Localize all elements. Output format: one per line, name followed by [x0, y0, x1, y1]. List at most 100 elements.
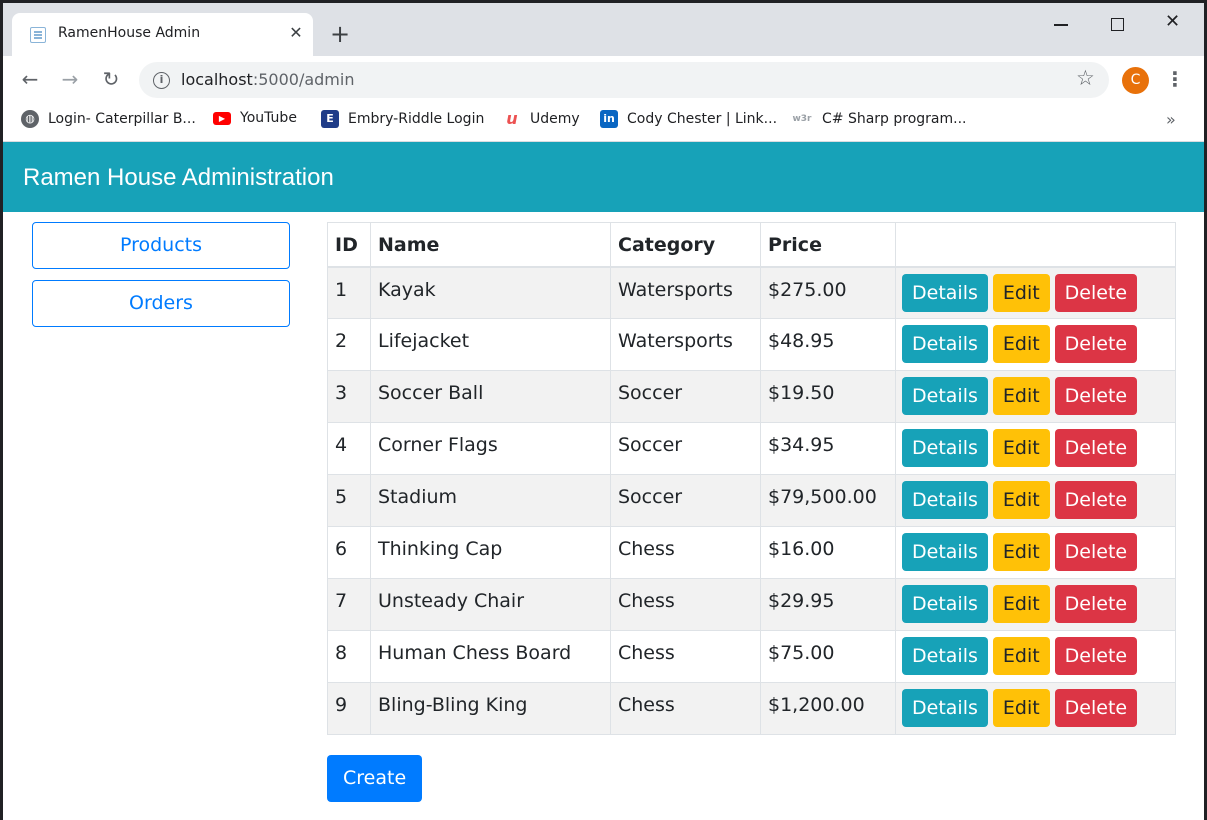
details-button[interactable]: Details	[902, 325, 988, 363]
cell-name: Kayak	[370, 266, 611, 319]
cell-price: $1,200.00	[760, 682, 896, 735]
table-header-row: ID Name Category Price	[327, 222, 1176, 268]
cell-id: 7	[327, 578, 371, 631]
edit-button[interactable]: Edit	[992, 533, 1050, 571]
forward-arrow-icon[interactable]: →	[55, 64, 85, 94]
edit-button[interactable]: Edit	[992, 429, 1050, 467]
bookmark-udemy[interactable]: u Udemy	[503, 109, 579, 132]
edit-button[interactable]: Edit	[992, 377, 1050, 415]
edit-button[interactable]: Edit	[992, 585, 1050, 623]
admin-page: Ramen House Administration Products Orde…	[3, 142, 1204, 820]
cell-actions: Details Edit Delete	[895, 630, 1176, 683]
delete-button[interactable]: Delete	[1054, 533, 1138, 571]
close-tab-icon[interactable]: ✕	[284, 21, 308, 45]
create-button[interactable]: Create	[327, 755, 423, 802]
header-id: ID	[327, 222, 371, 268]
delete-button[interactable]: Delete	[1054, 325, 1138, 363]
delete-button[interactable]: Delete	[1054, 637, 1138, 675]
cell-name: Soccer Ball	[370, 370, 611, 423]
cell-id: 5	[327, 474, 371, 527]
table-row: 8 Human Chess Board Chess $75.00 Details Edit…	[327, 630, 1176, 683]
cell-category: Chess	[610, 682, 761, 735]
browser-window: RamenHouse Admin ✕ + ✕ ← → ↻ i localhost…	[3, 3, 1204, 820]
new-tab-icon[interactable]: +	[325, 20, 355, 50]
bookmark-caterpillar[interactable]: ◍ Login- Caterpillar B...	[21, 110, 196, 132]
w3r-icon: w3r	[792, 114, 812, 124]
table-row: 7 Unsteady Chair Chess $29.95 Details Edit Del…	[327, 578, 1176, 631]
back-arrow-icon[interactable]: ←	[15, 64, 45, 94]
bookmark-star-icon[interactable]: ☆	[1076, 66, 1095, 90]
cell-actions: Details Edit Delete	[895, 474, 1176, 527]
details-button[interactable]: Details	[902, 481, 988, 519]
bookmark-linkedin[interactable]: in Cody Chester | Link...	[600, 110, 777, 132]
products-nav-button[interactable]: Products	[32, 222, 290, 269]
cell-category: Soccer	[610, 474, 761, 527]
url-text[interactable]: localhost:5000/admin	[181, 70, 354, 89]
cell-category: Soccer	[610, 422, 761, 475]
details-button[interactable]: Details	[902, 429, 988, 467]
cell-price: $48.95	[760, 318, 896, 371]
cell-category: Soccer	[610, 370, 761, 423]
profile-avatar[interactable]: C	[1122, 67, 1149, 94]
browser-tab[interactable]: RamenHouse Admin ✕	[12, 13, 313, 56]
address-bar[interactable]: i localhost:5000/admin ☆	[139, 62, 1109, 98]
header-actions	[895, 222, 1176, 268]
cell-actions: Details Edit Delete	[895, 578, 1176, 631]
url-path: :5000/admin	[252, 70, 355, 89]
cell-category: Chess	[610, 630, 761, 683]
edit-button[interactable]: Edit	[992, 689, 1050, 727]
cell-actions: Details Edit Delete	[895, 526, 1176, 579]
cell-id: 4	[327, 422, 371, 475]
cell-category: Watersports	[610, 266, 761, 319]
cell-price: $16.00	[760, 526, 896, 579]
cell-category: Chess	[610, 578, 761, 631]
browser-menu-icon[interactable]: ⋮	[1163, 68, 1187, 92]
orders-nav-button[interactable]: Orders	[32, 280, 290, 327]
cell-actions: Details Edit Delete	[895, 422, 1176, 475]
close-window-icon[interactable]: ✕	[1150, 9, 1196, 39]
embry-riddle-icon: E	[321, 110, 339, 128]
maximize-window-icon[interactable]	[1094, 9, 1140, 39]
details-button[interactable]: Details	[902, 533, 988, 571]
bookmark-embry-riddle[interactable]: E Embry-Riddle Login	[321, 110, 484, 132]
udemy-icon: u	[506, 109, 518, 128]
tab-title: RamenHouse Admin	[58, 25, 201, 41]
details-button[interactable]: Details	[902, 637, 988, 675]
minimize-window-icon[interactable]	[1038, 9, 1084, 39]
cell-name: Lifejacket	[370, 318, 611, 371]
linkedin-icon: in	[600, 110, 618, 128]
cell-id: 1	[327, 266, 371, 319]
bookmark-youtube[interactable]: ▶ YouTube	[213, 110, 297, 132]
edit-button[interactable]: Edit	[992, 637, 1050, 675]
bookmarks-bar: ◍ Login- Caterpillar B... ▶ YouTube E Embry…	[3, 102, 1204, 142]
cell-id: 8	[327, 630, 371, 683]
delete-button[interactable]: Delete	[1054, 585, 1138, 623]
delete-button[interactable]: Delete	[1054, 377, 1138, 415]
delete-button[interactable]: Delete	[1054, 481, 1138, 519]
details-button[interactable]: Details	[902, 273, 988, 312]
cell-price: $275.00	[760, 266, 896, 319]
site-info-icon[interactable]: i	[153, 72, 170, 89]
edit-button[interactable]: Edit	[992, 325, 1050, 363]
edit-button[interactable]: Edit	[992, 273, 1050, 312]
details-button[interactable]: Details	[902, 377, 988, 415]
edit-button[interactable]: Edit	[992, 481, 1050, 519]
more-bookmarks-icon[interactable]: »	[1166, 110, 1176, 129]
app-header: Ramen House Administration	[3, 142, 1204, 212]
cell-name: Bling-Bling King	[370, 682, 611, 735]
globe-icon: ◍	[21, 110, 39, 128]
delete-button[interactable]: Delete	[1054, 429, 1138, 467]
delete-button[interactable]: Delete	[1054, 273, 1138, 312]
cell-actions: Details Edit Delete	[895, 266, 1176, 319]
details-button[interactable]: Details	[902, 585, 988, 623]
delete-button[interactable]: Delete	[1054, 689, 1138, 727]
reload-icon[interactable]: ↻	[96, 64, 126, 94]
table-row: 3 Soccer Ball Soccer $19.50 Details Edit Delet…	[327, 370, 1176, 423]
cell-price: $34.95	[760, 422, 896, 475]
bookmark-w3resource[interactable]: w3r C# Sharp program...	[791, 110, 966, 132]
cell-price: $29.95	[760, 578, 896, 631]
page-favicon-icon	[30, 27, 46, 43]
table-row: 6 Thinking Cap Chess $16.00 Details Edit Delet…	[327, 526, 1176, 579]
table-row: 1 Kayak Watersports $275.00 Details Edit Delet…	[327, 266, 1176, 319]
details-button[interactable]: Details	[902, 689, 988, 727]
